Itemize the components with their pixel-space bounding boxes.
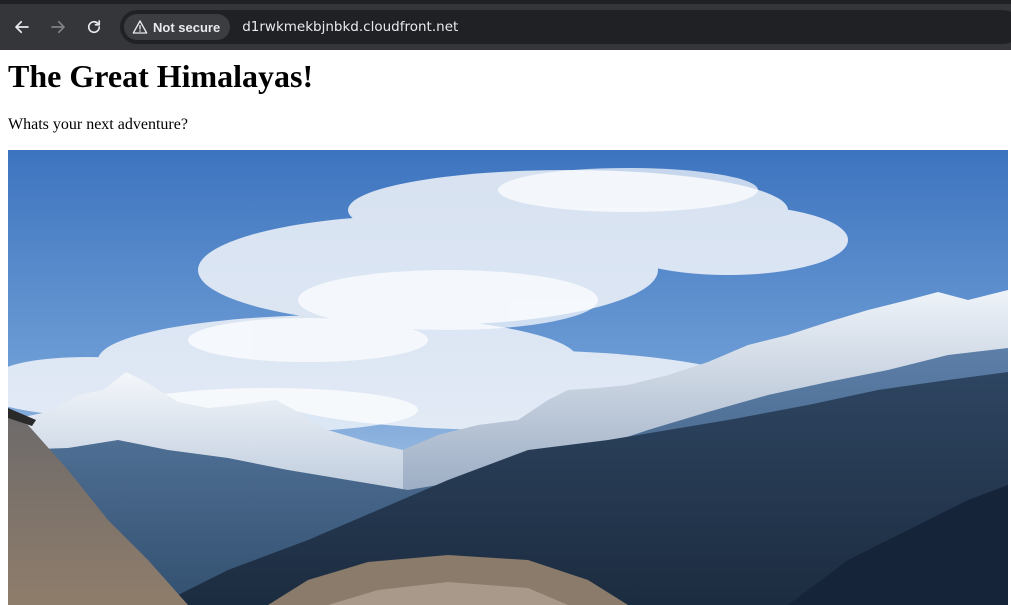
security-chip[interactable]: Not secure (124, 14, 231, 40)
page-content: The Great Himalayas! Whats your next adv… (0, 50, 1011, 605)
reload-icon (87, 20, 101, 34)
arrow-left-icon (15, 20, 29, 34)
page-subtitle: Whats your next adventure? (8, 116, 188, 133)
address-bar[interactable]: Not secure d1rwkmekbjnbkd.cloudfront.net (120, 10, 1011, 44)
reload-button[interactable] (80, 13, 108, 41)
url-text[interactable]: d1rwkmekbjnbkd.cloudfront.net (242, 19, 458, 35)
himalayas-photo (8, 150, 1008, 605)
page-title: The Great Himalayas! (8, 58, 314, 94)
browser-toolbar: Not secure d1rwkmekbjnbkd.cloudfront.net (0, 0, 1011, 50)
forward-button[interactable] (44, 13, 72, 41)
arrow-right-icon (51, 20, 65, 34)
back-button[interactable] (8, 13, 36, 41)
security-label: Not secure (153, 19, 221, 35)
warning-triangle-icon (132, 20, 148, 34)
